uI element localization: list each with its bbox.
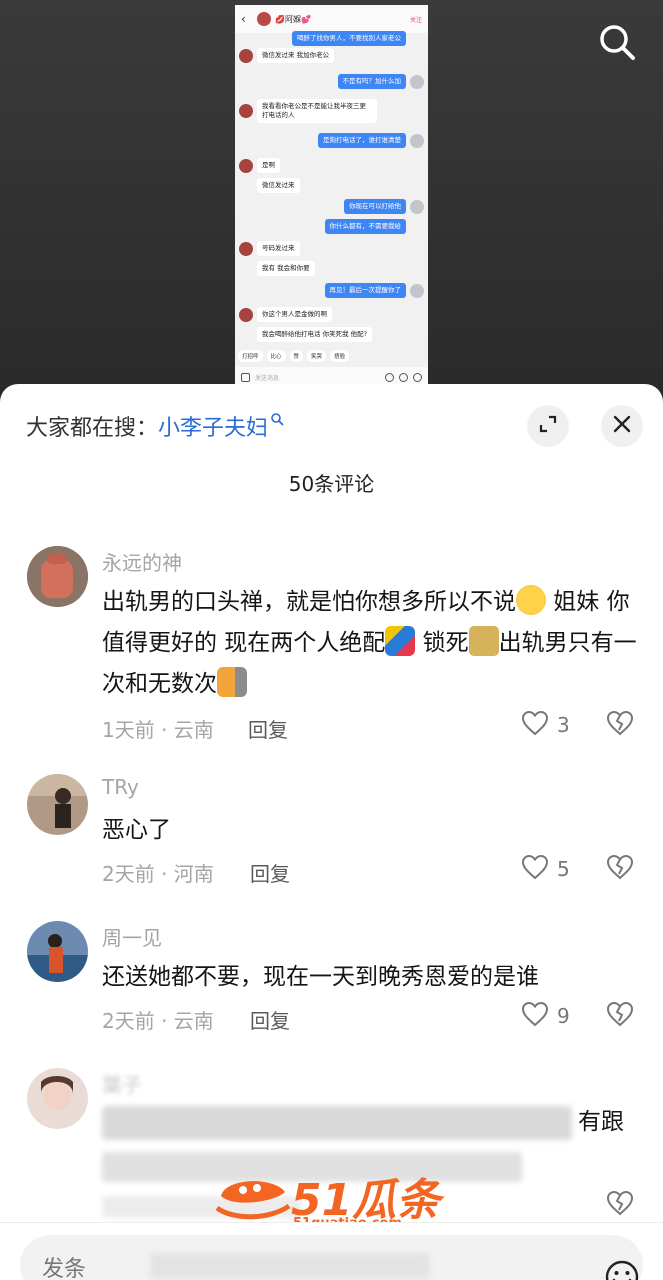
chat-title: 💋阿媬💕 bbox=[275, 14, 311, 24]
avatar[interactable] bbox=[27, 774, 88, 835]
chat-input-placeholder: 发送消息 bbox=[255, 374, 280, 382]
avatar bbox=[410, 74, 424, 89]
quick-reply-chips: 打招呼 比心 赞 笑哭 捂脸 bbox=[235, 347, 428, 365]
avatar bbox=[239, 158, 253, 173]
close-button[interactable] bbox=[601, 405, 643, 447]
chat-screenshot: ‹ 💋阿媬💕 关注 喝醉了找你男人，不要找别人家老公 微信发过来 我加你老公 不… bbox=[235, 5, 428, 387]
chat-message: 微信发过来 我加你老公 bbox=[239, 48, 338, 63]
avatar bbox=[410, 199, 424, 214]
like-button[interactable]: 5 bbox=[521, 854, 570, 884]
comment-username[interactable]: 永远的神 bbox=[102, 547, 182, 576]
search-icon[interactable] bbox=[597, 22, 637, 62]
plus-icon bbox=[413, 372, 422, 382]
like-button[interactable]: 3 bbox=[521, 710, 570, 740]
like-count: 3 bbox=[557, 713, 570, 737]
emoji-icon bbox=[399, 372, 408, 382]
expand-icon bbox=[538, 414, 558, 438]
voice-icon bbox=[385, 372, 394, 382]
comment-username[interactable]: TRy bbox=[102, 775, 139, 799]
avatar[interactable] bbox=[27, 921, 88, 982]
obscured-text bbox=[102, 1106, 572, 1140]
chat-message: 你现在可以打给他 bbox=[340, 199, 424, 214]
quick-chip: 比心 bbox=[266, 350, 286, 362]
comment-meta: 2天前 · 河南 bbox=[102, 862, 214, 886]
comment-count: 50条评论 bbox=[288, 472, 375, 496]
chat-message: 你这个男人是金做的啊 bbox=[239, 307, 336, 322]
chat-header: ‹ 💋阿媬💕 关注 bbox=[235, 5, 428, 33]
expand-button[interactable] bbox=[527, 405, 569, 447]
chat-message: 是啊 bbox=[239, 158, 284, 173]
heart-icon bbox=[521, 710, 549, 740]
broken-heart-icon bbox=[606, 854, 634, 884]
dislike-button[interactable] bbox=[606, 1001, 634, 1031]
like-count: 5 bbox=[557, 857, 570, 881]
like-count: 9 bbox=[557, 1004, 570, 1028]
like-button[interactable]: 9 bbox=[521, 1001, 570, 1031]
close-icon bbox=[612, 414, 632, 438]
comment-meta: 1天前 · 云南 bbox=[102, 718, 214, 742]
chat-message: 号码发过来 bbox=[239, 241, 304, 256]
quick-chip: 赞 bbox=[289, 350, 304, 362]
quick-chip: 打招呼 bbox=[238, 350, 263, 362]
reply-button[interactable]: 回复 bbox=[248, 714, 288, 743]
broken-heart-icon bbox=[606, 1190, 634, 1220]
comment-input-bar: 发条 bbox=[0, 1222, 663, 1280]
dislike-button[interactable] bbox=[606, 710, 634, 740]
chat-message: 我会喝醉给他打电话 你笑死我 他配? bbox=[239, 327, 376, 342]
comment-username[interactable]: 葉子 bbox=[102, 1069, 142, 1098]
cat-wall-emoji-icon bbox=[217, 667, 247, 697]
comment-text-tail: 有跟 bbox=[578, 1109, 624, 1135]
avatar bbox=[239, 307, 253, 322]
chat-avatar bbox=[257, 12, 271, 26]
chat-messages: 喝醉了找你男人，不要找别人家老公 微信发过来 我加你老公 不是有吗？加什么加 我… bbox=[235, 31, 428, 343]
comment-text: 出轨男的口头禅，就是怕你想多所以不说 姐妹 你值得更好的 现在两个人绝配 锁死出… bbox=[102, 582, 637, 705]
emoji-icon[interactable] bbox=[604, 1259, 640, 1280]
avatar bbox=[410, 283, 424, 298]
dislike-button[interactable] bbox=[606, 1190, 634, 1220]
comment-input[interactable]: 发条 bbox=[20, 1235, 643, 1280]
broken-heart-icon bbox=[606, 710, 634, 740]
kite-emoji-icon bbox=[385, 626, 416, 656]
avatar bbox=[239, 48, 253, 63]
trending-search[interactable]: 大家都在搜： 小李子夫妇 bbox=[26, 410, 284, 442]
chat-message: 再见！最后一次提醒你了 bbox=[321, 283, 424, 298]
chat-message: 是狗打电话了，谁打谁清楚 bbox=[314, 133, 424, 148]
chat-message: 不是有吗？加什么加 bbox=[334, 74, 424, 89]
trending-keyword[interactable]: 小李子夫妇 bbox=[158, 410, 268, 442]
reply-button[interactable]: 回复 bbox=[250, 858, 290, 887]
reply-button[interactable]: 回复 bbox=[250, 1005, 290, 1034]
follow-label: 关注 bbox=[409, 16, 422, 24]
avatar bbox=[410, 133, 424, 148]
heart-icon bbox=[521, 1001, 549, 1031]
laughing-emoji-icon bbox=[516, 585, 546, 615]
avatar bbox=[239, 241, 253, 256]
comment-username[interactable]: 周一见 bbox=[102, 922, 162, 951]
back-icon: ‹ bbox=[241, 12, 246, 26]
obscured-input bbox=[150, 1253, 430, 1279]
dislike-button[interactable] bbox=[606, 854, 634, 884]
quick-chip: 捂脸 bbox=[330, 350, 350, 362]
comment-sheet: 大家都在搜： 小李子夫妇 50条评论 永远的神 出轨男的口头禅，就是怕你想多所以… bbox=[0, 384, 663, 1280]
broken-heart-icon bbox=[606, 1001, 634, 1031]
comment-input-placeholder: 发条 bbox=[42, 1257, 87, 1280]
comment-text: 还送她都不要，现在一天到晚秀恩爱的是谁 bbox=[102, 964, 539, 990]
comment-text: 恶心了 bbox=[102, 817, 171, 843]
chat-message: 我看看你老公是不是能让我半夜三更打电话的人 bbox=[239, 99, 381, 123]
chat-message: 微信发过来 bbox=[239, 178, 304, 193]
grid-icon bbox=[241, 372, 250, 382]
comment-meta: 2天前 · 云南 bbox=[102, 1009, 214, 1033]
heart-icon bbox=[521, 854, 549, 884]
search-icon bbox=[270, 412, 284, 430]
avatar bbox=[239, 104, 253, 118]
chat-message: 我有 我会和你要 bbox=[239, 261, 319, 276]
quick-chip: 笑哭 bbox=[307, 350, 327, 362]
trending-prefix: 大家都在搜： bbox=[26, 416, 159, 441]
lock-emoji-icon bbox=[468, 626, 499, 656]
avatar[interactable] bbox=[27, 546, 88, 607]
chat-message: 你什么都有，不需要我给 bbox=[321, 219, 425, 234]
avatar[interactable] bbox=[27, 1068, 88, 1129]
chat-message: 喝醉了找你男人，不要找别人家老公 bbox=[288, 31, 424, 46]
video-area[interactable]: ‹ 💋阿媬💕 关注 喝醉了找你男人，不要找别人家老公 微信发过来 我加你老公 不… bbox=[0, 0, 663, 400]
